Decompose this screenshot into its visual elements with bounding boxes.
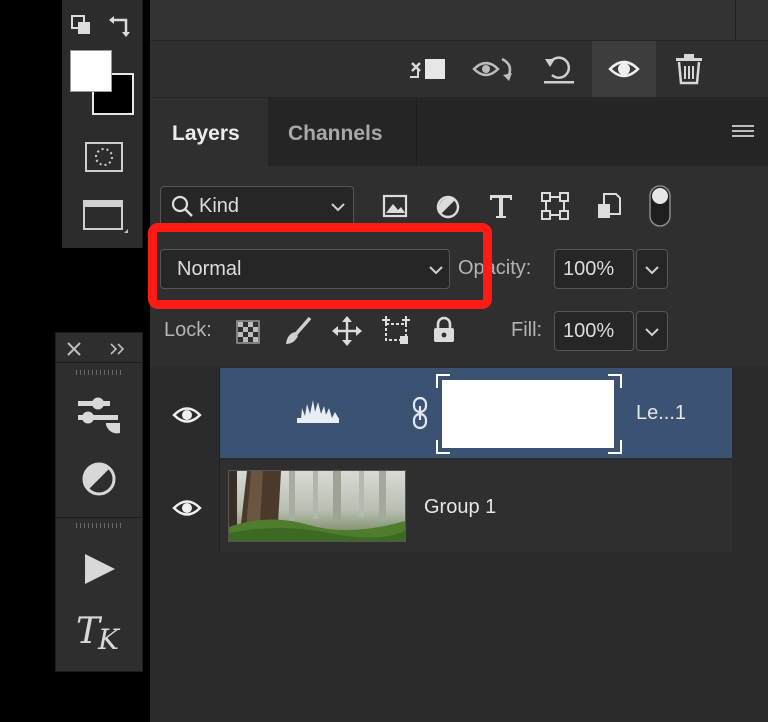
- fill-dropdown-button[interactable]: [636, 311, 668, 351]
- quick-mask-icon[interactable]: [84, 141, 124, 173]
- highlight-annotation: [148, 223, 492, 309]
- visibility-cycle-icon[interactable]: [472, 55, 516, 85]
- layer-comp-action-bar: [150, 41, 768, 98]
- tab-channels-label: Channels: [288, 122, 383, 145]
- fill-label: Fill:: [511, 319, 543, 341]
- layer-visibility-eye-icon[interactable]: [172, 404, 202, 426]
- row-divider: [219, 368, 220, 552]
- panel-divider: [735, 0, 736, 40]
- swap-colors-icon[interactable]: [108, 14, 134, 40]
- adjustment-layer-icon: [296, 398, 340, 424]
- lock-label: Lock:: [164, 319, 212, 341]
- smart-object-filter-icon[interactable]: [596, 192, 622, 220]
- tab-layers[interactable]: Layers: [150, 98, 268, 166]
- layer-thumbnail[interactable]: [228, 470, 406, 542]
- adjustment-filter-icon[interactable]: [435, 194, 461, 220]
- play-icon[interactable]: [83, 553, 117, 585]
- filter-toggle-icon[interactable]: [648, 184, 672, 228]
- layer-name[interactable]: Le...1: [636, 402, 686, 425]
- panel-top-strip: [150, 0, 768, 41]
- image-filter-icon[interactable]: [382, 194, 408, 218]
- adjustments-icon[interactable]: [81, 461, 117, 497]
- layers-panel: Layers Channels Kind Normal Opacity: 100…: [150, 0, 768, 722]
- mini-panel-dock: T K: [55, 332, 143, 672]
- kind-filter-label: Kind: [199, 195, 240, 217]
- search-icon: [171, 195, 195, 219]
- fill-field[interactable]: 100%: [554, 311, 634, 351]
- layer-mask-thumbnail[interactable]: [436, 374, 622, 454]
- chevron-down-icon: [331, 202, 345, 212]
- tab-channels[interactable]: Channels: [270, 98, 417, 166]
- chevron-down-icon: [645, 265, 659, 275]
- properties-icon[interactable]: [76, 395, 122, 435]
- reset-icon[interactable]: [542, 53, 576, 85]
- opacity-field[interactable]: 100%: [554, 249, 634, 289]
- panel-grip[interactable]: [76, 523, 122, 528]
- screen-mode-icon[interactable]: [82, 199, 130, 235]
- close-panel-icon[interactable]: [66, 341, 82, 357]
- foreground-color-swatch[interactable]: [70, 50, 112, 92]
- trash-icon[interactable]: [674, 53, 704, 85]
- opacity-dropdown-button[interactable]: [636, 249, 668, 289]
- kind-filter-dropdown[interactable]: Kind: [160, 186, 354, 226]
- layer-row[interactable]: Le...1: [220, 368, 732, 458]
- opacity-value: 100%: [563, 258, 615, 280]
- layer-visibility-eye-icon[interactable]: [172, 497, 202, 519]
- panel-menu-icon[interactable]: [732, 124, 756, 140]
- lock-all-icon[interactable]: [432, 316, 456, 344]
- lock-artboard-icon[interactable]: [380, 316, 412, 346]
- type-k-icon[interactable]: T K: [74, 609, 128, 653]
- eye-icon[interactable]: [608, 57, 640, 81]
- link-layers-icon[interactable]: [408, 55, 448, 85]
- panel-tabs: Layers Channels: [150, 98, 768, 166]
- chevron-down-icon: [645, 327, 659, 337]
- fill-value: 100%: [563, 320, 615, 342]
- type-filter-icon[interactable]: [488, 192, 514, 220]
- lock-brush-icon[interactable]: [284, 316, 312, 346]
- layer-row[interactable]: Group 1: [220, 460, 732, 552]
- lock-position-icon[interactable]: [332, 316, 362, 346]
- mask-link-icon[interactable]: [410, 396, 430, 430]
- default-colors-icon[interactable]: [70, 14, 96, 40]
- expand-panel-icon[interactable]: [108, 341, 128, 357]
- layer-name[interactable]: Group 1: [424, 496, 496, 519]
- panel-grip[interactable]: [76, 370, 122, 375]
- shape-filter-icon[interactable]: [541, 192, 569, 220]
- tab-layers-label: Layers: [172, 122, 240, 145]
- svg-text:K: K: [97, 623, 121, 653]
- tools-panel: [62, 0, 143, 248]
- lock-pixels-icon[interactable]: [236, 320, 260, 344]
